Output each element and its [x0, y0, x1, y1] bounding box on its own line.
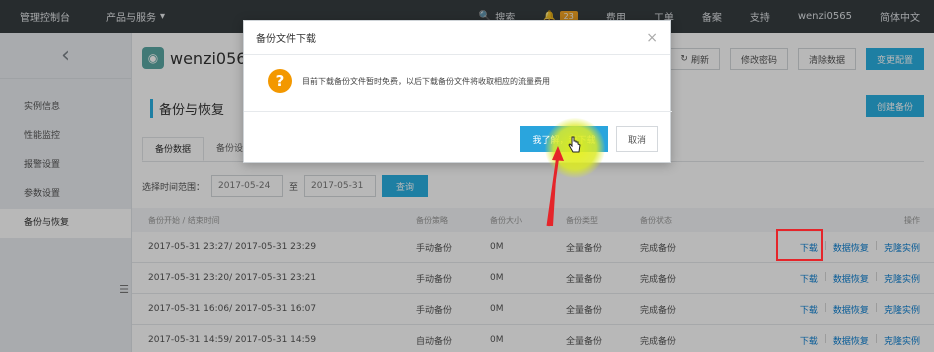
- dialog-title: 备份文件下载: [256, 34, 316, 45]
- dialog-message: 目前下载备份文件暂时免费，以后下载备份文件将收取相应的流量费用: [302, 76, 550, 86]
- cancel-button[interactable]: 取消: [616, 126, 658, 152]
- dialog-body: ? 目前下载备份文件暂时免费，以后下载备份文件将收取相应的流量费用: [268, 69, 550, 93]
- close-icon[interactable]: ×: [646, 30, 658, 46]
- dialog-header: 备份文件下载 ×: [244, 21, 670, 55]
- question-icon: ?: [268, 69, 292, 93]
- hand-cursor-icon: [568, 136, 581, 153]
- dialog-footer: 我了解，我下载 取消: [244, 111, 672, 164]
- download-dialog: 备份文件下载 × ? 目前下载备份文件暂时免费，以后下载备份文件将收取相应的流量…: [243, 20, 672, 164]
- download-highlight-box: [776, 229, 823, 261]
